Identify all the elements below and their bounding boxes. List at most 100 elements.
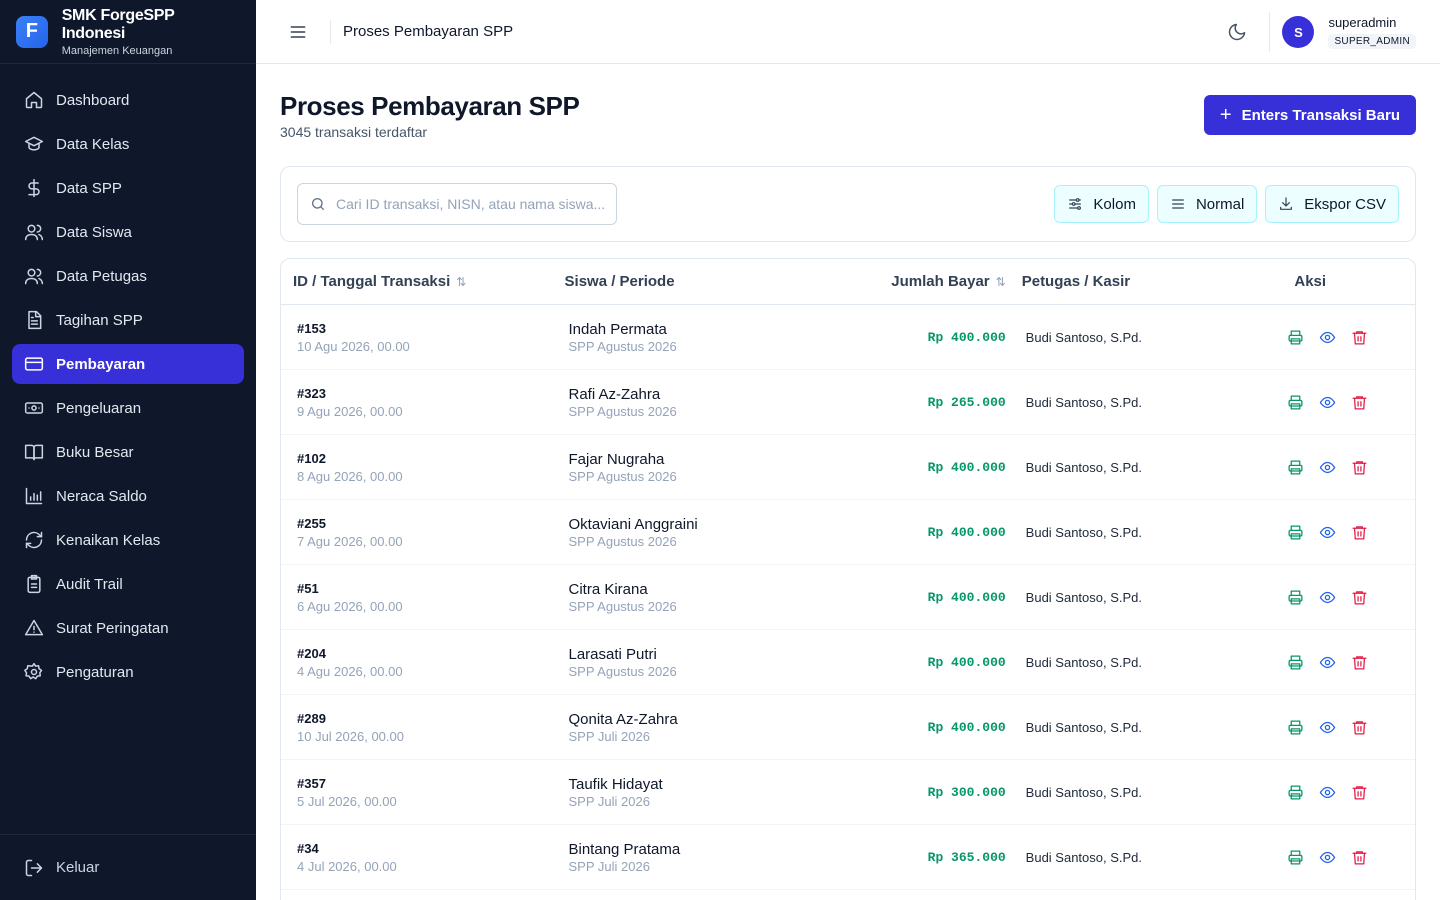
payment-period: SPP Juli 2026 xyxy=(568,728,650,744)
print-icon[interactable] xyxy=(1286,653,1304,671)
transaction-id: #255 xyxy=(297,515,326,531)
payment-amount: Rp 300.000 xyxy=(927,784,1006,800)
sliders-icon xyxy=(1069,198,1082,210)
theme-toggle-button[interactable] xyxy=(1225,20,1249,44)
transaction-id: #102 xyxy=(297,450,326,466)
sidebar-item-data-spp[interactable]: Data SPP xyxy=(12,168,244,208)
user-menu[interactable]: superadmin SUPER_ADMIN xyxy=(1328,15,1416,49)
sidebar-item-surat-peringatan[interactable]: Surat Peringatan xyxy=(12,608,244,648)
student-name: Larasati Putri xyxy=(568,645,657,663)
eye-icon[interactable] xyxy=(1318,328,1336,346)
sidebar: F SMK ForgeSPP Indonesi Manajemen Keuang… xyxy=(0,0,256,900)
sidebar-item-pembayaran[interactable]: Pembayaran xyxy=(12,344,244,384)
sidebar-item-dashboard[interactable]: Dashboard xyxy=(12,80,244,120)
table-row[interactable]: #289 10 Jul 2026, 00.00 Qonita Az-Zahra SPP… xyxy=(281,695,1415,760)
payment-amount: Rp 265.000 xyxy=(927,394,1006,410)
sidebar-item-data-kelas[interactable]: Data Kelas xyxy=(12,124,244,164)
print-icon[interactable] xyxy=(1286,458,1304,476)
eye-icon[interactable] xyxy=(1318,783,1336,801)
sidebar-item-tagihan-spp[interactable]: Tagihan SPP xyxy=(12,300,244,340)
cashier-name: Budi Santoso, S.Pd. xyxy=(1025,459,1143,475)
sidebar-item-label: Data Kelas xyxy=(56,135,130,153)
eye-icon[interactable] xyxy=(1318,653,1336,671)
trash-icon[interactable] xyxy=(1350,848,1368,866)
columns-button[interactable]: Kolom xyxy=(1054,185,1149,223)
sidebar-item-kenaikan-kelas[interactable]: Kenaikan Kelas xyxy=(12,520,244,560)
sidebar-item-pengaturan[interactable]: Pengaturan xyxy=(12,652,244,692)
eye-icon[interactable] xyxy=(1318,393,1336,411)
avatar[interactable]: S xyxy=(1282,16,1315,48)
transaction-date: 9 Agu 2026, 00.00 xyxy=(297,403,403,419)
logout-button[interactable]: Keluar xyxy=(0,834,256,900)
print-icon[interactable] xyxy=(1286,783,1304,801)
user-group-icon xyxy=(24,266,44,286)
download-icon xyxy=(1280,197,1293,210)
student-name: Qonita Az-Zahra xyxy=(568,710,678,728)
sidebar-item-data-petugas[interactable]: Data Petugas xyxy=(12,256,244,296)
trash-icon[interactable] xyxy=(1350,783,1368,801)
table-row[interactable]: #34 4 Jul 2026, 00.00 Bintang Pratama SPP J… xyxy=(281,825,1415,890)
print-icon[interactable] xyxy=(1286,523,1304,541)
sidebar-item-label: Data Petugas xyxy=(56,267,147,285)
table-row[interactable]: #51 6 Agu 2026, 00.00 Citra Kirana SPP Agus… xyxy=(281,565,1415,630)
sidebar-item-buku-besar[interactable]: Buku Besar xyxy=(12,432,244,472)
eye-icon[interactable] xyxy=(1318,718,1336,736)
moon-icon xyxy=(1229,23,1246,41)
export-csv-button[interactable]: Ekspor CSV xyxy=(1265,185,1399,223)
cashier-name: Budi Santoso, S.Pd. xyxy=(1025,784,1143,800)
column-header-amount[interactable]: Jumlah Bayar ⇅ xyxy=(860,273,1005,290)
column-header-id-date[interactable]: ID / Tanggal Transaksi ⇅ xyxy=(281,273,565,290)
sidebar-item-label: Audit Trail xyxy=(56,575,123,593)
table-row[interactable]: #153 10 Agu 2026, 00.00 Indah Permata SPP A… xyxy=(281,305,1415,370)
print-icon[interactable] xyxy=(1286,848,1304,866)
table-row[interactable]: #255 7 Agu 2026, 00.00 Oktaviani Anggraini… xyxy=(281,500,1415,565)
cashier-name: Budi Santoso, S.Pd. xyxy=(1025,849,1143,865)
print-icon[interactable] xyxy=(1286,393,1304,411)
transaction-id: #289 xyxy=(297,710,326,726)
print-icon[interactable] xyxy=(1286,718,1304,736)
warning-icon xyxy=(24,618,44,638)
sidebar-item-neraca-saldo[interactable]: Neraca Saldo xyxy=(12,476,244,516)
trash-icon[interactable] xyxy=(1350,653,1368,671)
sidebar-item-pengeluaran[interactable]: Pengeluaran xyxy=(12,388,244,428)
print-icon[interactable] xyxy=(1286,328,1304,346)
trash-icon[interactable] xyxy=(1350,393,1368,411)
table-row[interactable]: #102 8 Agu 2026, 00.00 Fajar Nugraha SPP Ag… xyxy=(281,435,1415,500)
trash-icon[interactable] xyxy=(1350,458,1368,476)
student-name: Citra Kirana xyxy=(568,580,648,598)
search-input[interactable] xyxy=(336,196,606,212)
table-row[interactable]: #323 9 Agu 2026, 00.00 Rafi Az-Zahra SPP Ag… xyxy=(281,370,1415,435)
sidebar-item-data-siswa[interactable]: Data Siswa xyxy=(12,212,244,252)
transaction-id: #357 xyxy=(297,775,326,791)
payment-amount: Rp 400.000 xyxy=(927,329,1006,345)
table-row[interactable]: #204 4 Agu 2026, 00.00 Larasati Putri SPP A… xyxy=(281,630,1415,695)
transaction-id: #51 xyxy=(297,580,319,596)
eye-icon[interactable] xyxy=(1318,458,1336,476)
eye-icon[interactable] xyxy=(1318,848,1336,866)
topbar: Proses Pembayaran SPP S superadmin SUPER… xyxy=(256,0,1440,64)
print-icon[interactable] xyxy=(1286,588,1304,606)
transaction-date: 8 Agu 2026, 00.00 xyxy=(297,468,403,484)
payment-amount: Rp 400.000 xyxy=(927,589,1006,605)
table-row[interactable]: #357 5 Jul 2026, 00.00 Taufik Hidayat SPP J… xyxy=(281,760,1415,825)
transaction-date: 10 Agu 2026, 00.00 xyxy=(297,338,410,354)
transaction-date: 6 Agu 2026, 00.00 xyxy=(297,598,403,614)
plus-icon: + xyxy=(1219,104,1232,126)
trash-icon[interactable] xyxy=(1350,718,1368,736)
density-button[interactable]: Normal xyxy=(1156,185,1258,223)
payment-period: SPP Agustus 2026 xyxy=(568,663,677,679)
toolbar: Kolom Normal Ekspor CSV xyxy=(280,166,1416,242)
eye-icon[interactable] xyxy=(1318,588,1336,606)
trash-icon[interactable] xyxy=(1350,588,1368,606)
user-name: superadmin xyxy=(1328,15,1397,30)
student-name: Fajar Nugraha xyxy=(568,450,665,468)
gear-icon xyxy=(24,662,44,682)
new-transaction-button[interactable]: + Enters Transaksi Baru xyxy=(1203,95,1416,135)
eye-icon[interactable] xyxy=(1318,523,1336,541)
user-role-badge: SUPER_ADMIN xyxy=(1328,34,1416,49)
trash-icon[interactable] xyxy=(1350,523,1368,541)
menu-toggle-button[interactable] xyxy=(286,20,310,44)
transaction-date: 10 Jul 2026, 00.00 xyxy=(297,728,404,744)
trash-icon[interactable] xyxy=(1350,328,1368,346)
sidebar-item-audit-trail[interactable]: Audit Trail xyxy=(12,564,244,604)
